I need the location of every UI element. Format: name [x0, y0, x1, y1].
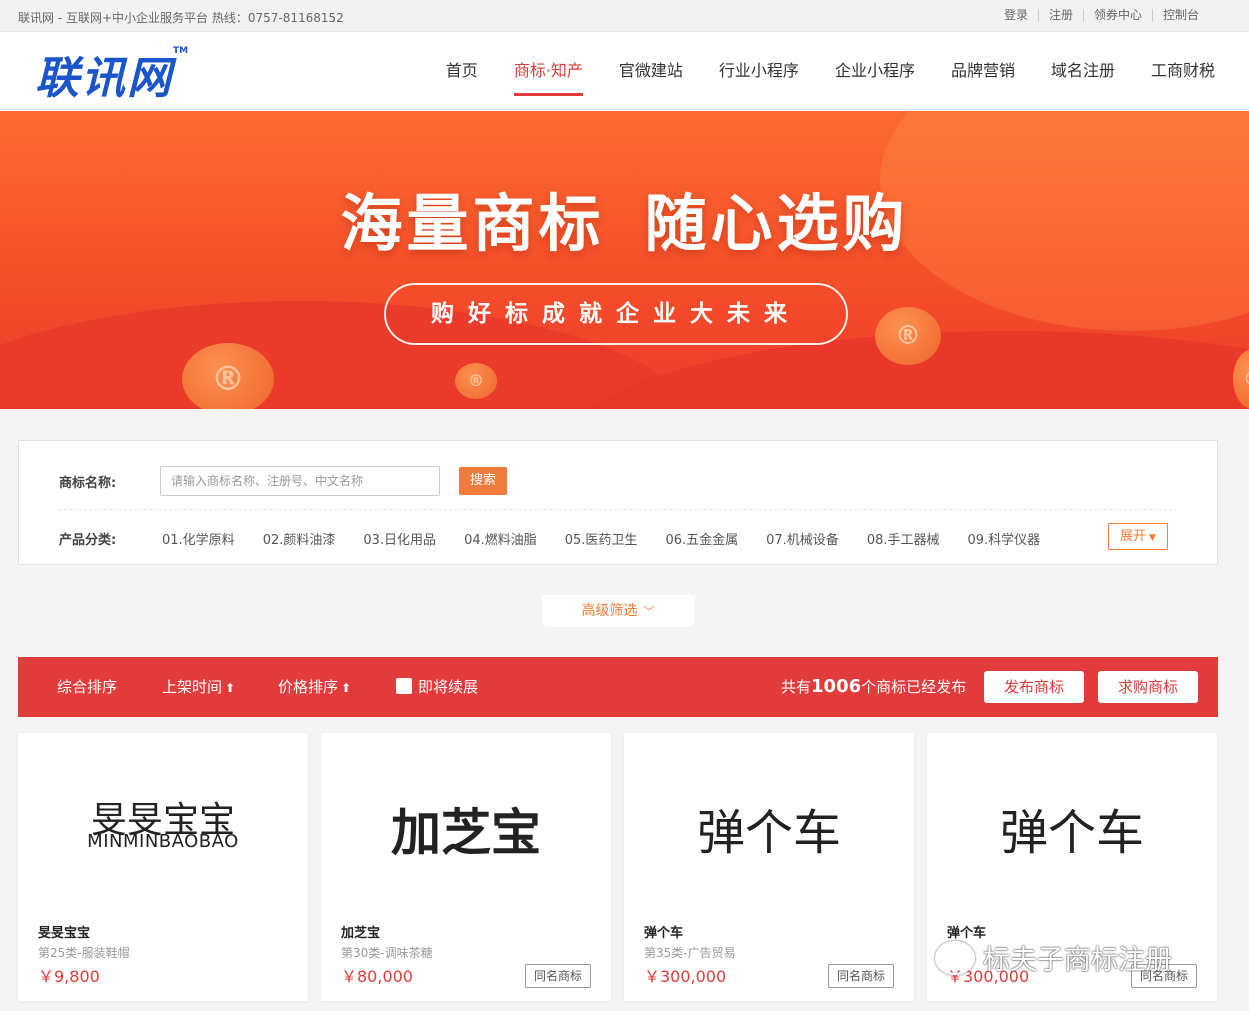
trademark-price: ￥80,000: [341, 967, 413, 986]
main-header: 联讯网TM 首页 商标·知产 官微建站 行业小程序 企业小程序 品牌营销 域名注…: [0, 32, 1249, 110]
caret-down-icon: ▼: [1149, 533, 1156, 543]
top-bar: 联讯网 - 互联网+中小企业服务平台 热线：0757-81168152 登录 注…: [0, 0, 1249, 32]
trademark-card[interactable]: 旻旻宝宝 MINMINBAOBAO 旻旻宝宝 第25类-服装鞋帽 ￥9,800: [18, 733, 308, 1001]
trademark-price: ￥9,800: [38, 967, 100, 986]
checkbox[interactable]: [396, 678, 412, 694]
category-item[interactable]: 07.机械设备: [766, 529, 839, 548]
registered-coin-icon: ®: [875, 307, 941, 365]
search-panel: 商标名称: 请输入商标名称、注册号、中文名称 搜索 产品分类: 01.化学原料 …: [18, 440, 1218, 565]
same-name-button[interactable]: 同名商标: [828, 964, 894, 988]
trademark-image-text: 加芝宝: [391, 804, 541, 862]
expand-categories-button[interactable]: 展开 ▼: [1108, 523, 1168, 550]
trademark-card[interactable]: 弹个车 弹个车 第35类-广告贸易 ￥300,000 同名商标: [624, 733, 914, 1001]
banner-slogan: 购好标成就企业大未来: [384, 283, 848, 345]
site-logo[interactable]: 联讯网TM: [35, 42, 188, 106]
trademark-name: 加芝宝: [341, 926, 381, 941]
category-label: 产品分类:: [59, 533, 117, 548]
search-button[interactable]: 搜索: [459, 467, 507, 495]
trademark-class: 第25类-服装鞋帽: [38, 946, 130, 960]
category-item[interactable]: 05.医药卫生: [565, 529, 638, 548]
trademark-name: 旻旻宝宝: [38, 926, 91, 941]
renew-soon-filter[interactable]: 即将续展: [396, 657, 478, 717]
registered-coin-icon: ®: [455, 363, 497, 399]
category-item[interactable]: 01.化学原料: [162, 529, 235, 548]
divider: [59, 509, 1177, 510]
chevron-down-icon: ﹀: [643, 605, 655, 618]
nav-enterprise-miniprogram[interactable]: 企业小程序: [835, 32, 915, 110]
arrow-up-icon: ⬆: [225, 681, 236, 695]
trademark-image-text: 弹个车: [999, 805, 1144, 861]
trademark-class: 第35类-广告贸易: [644, 946, 736, 960]
site-info: 联讯网 - 互联网+中小企业服务平台 热线：0757-81168152: [18, 11, 344, 25]
registered-coin-icon: ®: [182, 343, 274, 409]
sort-bar: 综合排序 上架时间 ⬆ 价格排序 ⬆ 即将续展 共有1006个商标已经发布 发布商标…: [18, 657, 1218, 717]
category-item[interactable]: 02.颜料油漆: [263, 529, 336, 548]
nav-business-tax[interactable]: 工商财税: [1151, 32, 1215, 110]
coupon-center-link[interactable]: 领券中心: [1082, 9, 1152, 22]
nav-domain[interactable]: 域名注册: [1051, 32, 1115, 110]
trademark-name: 弹个车: [644, 926, 684, 941]
banner-title: 海量商标 随心选购: [340, 187, 909, 260]
trademark-price: ￥300,000: [644, 967, 727, 986]
console-link[interactable]: 控制台: [1151, 9, 1209, 22]
advanced-filter-toggle[interactable]: 高级筛选 ﹀: [542, 595, 694, 627]
trademark-class: 第30类-调味茶糖: [341, 946, 433, 960]
trademark-image-pinyin: MINMINBAOBAO: [87, 831, 239, 852]
category-item[interactable]: 08.手工器械: [867, 529, 940, 548]
watermark: 标夫子商标注册: [935, 938, 1172, 977]
buy-trademark-button[interactable]: 求购商标: [1098, 671, 1198, 703]
wechat-icon: [935, 940, 975, 975]
nav-website[interactable]: 官微建站: [619, 32, 683, 110]
nav-trademark[interactable]: 商标·知产: [513, 32, 584, 110]
register-link[interactable]: 注册: [1037, 9, 1083, 22]
nav-home[interactable]: 首页: [446, 32, 478, 110]
hero-banner: ® ® ® ® 海量商标随心选购 购好标成就企业大未来: [0, 111, 1249, 409]
arrow-up-icon: ⬆: [341, 681, 352, 695]
category-list: 01.化学原料 02.颜料油漆 03.日化用品 04.燃料油脂 05.医药卫生 …: [162, 529, 1068, 548]
main-nav: 首页 商标·知产 官微建站 行业小程序 企业小程序 品牌营销 域名注册 工商财税: [410, 32, 1215, 110]
trademark-name-label: 商标名称:: [59, 476, 117, 491]
nav-brand-marketing[interactable]: 品牌营销: [951, 32, 1015, 110]
trademark-card[interactable]: 加芝宝 加芝宝 第30类-调味茶糖 ￥80,000 同名商标: [321, 733, 611, 1001]
category-item[interactable]: 06.五金金属: [665, 529, 738, 548]
trademark-image-text: 弹个车: [696, 805, 841, 861]
publish-trademark-button[interactable]: 发布商标: [984, 671, 1084, 703]
category-item[interactable]: 09.科学仪器: [968, 529, 1041, 548]
search-input[interactable]: 请输入商标名称、注册号、中文名称: [160, 466, 440, 496]
category-item[interactable]: 04.燃料油脂: [464, 529, 537, 548]
top-links: 登录 注册 领券中心 控制台: [994, 9, 1209, 22]
sort-overall[interactable]: 综合排序: [57, 657, 117, 717]
login-link[interactable]: 登录: [994, 9, 1038, 22]
sort-listing-time[interactable]: 上架时间 ⬆: [162, 657, 235, 718]
category-item[interactable]: 03.日化用品: [363, 529, 436, 548]
sort-price[interactable]: 价格排序 ⬆: [278, 657, 351, 718]
trademark-count: 共有1006个商标已经发布: [781, 676, 967, 697]
same-name-button[interactable]: 同名商标: [525, 964, 591, 988]
nav-industry-miniprogram[interactable]: 行业小程序: [719, 32, 799, 110]
